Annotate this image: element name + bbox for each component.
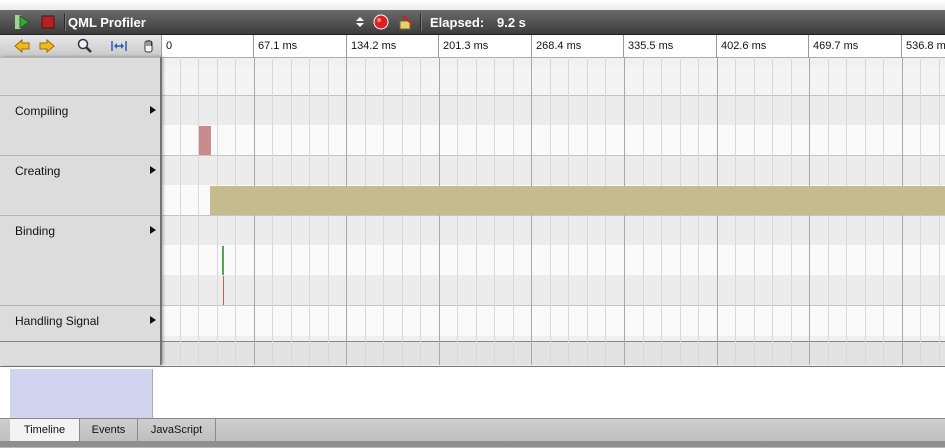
play-icon[interactable]	[14, 14, 30, 30]
category-handling-signal[interactable]: Handling Signal	[0, 305, 160, 341]
bottom-strip	[0, 441, 945, 447]
arrow-left-icon[interactable]	[14, 38, 30, 54]
timeline-view[interactable]	[161, 57, 945, 365]
profiler-title-bar: QML Profiler Elapsed: 9.2 s	[0, 10, 945, 35]
ruler-tick: 134.2 ms	[346, 35, 439, 57]
ruler-tick: 268.4 ms	[531, 35, 624, 57]
category-label: Handling Signal	[15, 314, 100, 328]
binding-event[interactable]	[223, 276, 224, 305]
category-label: Compiling	[15, 104, 69, 118]
overview-panel[interactable]	[0, 366, 945, 419]
grid-line	[198, 57, 199, 365]
category-footer	[0, 341, 160, 365]
category-creating[interactable]: Creating	[0, 155, 160, 215]
range-select-icon[interactable]	[111, 38, 127, 54]
profiler-title: QML Profiler	[68, 15, 146, 30]
overview-selection[interactable]	[10, 369, 153, 419]
stop-icon[interactable]	[40, 14, 56, 30]
toolbar-separator	[420, 13, 422, 31]
tab-javascript[interactable]: JavaScript	[138, 419, 216, 441]
ruler-tick: 67.1 ms	[253, 35, 346, 57]
expand-arrow-icon[interactable]	[150, 226, 156, 234]
zoom-icon[interactable]	[77, 38, 93, 54]
record-icon[interactable]	[373, 14, 389, 30]
category-binding[interactable]: Binding	[0, 215, 160, 305]
category-spacer	[0, 57, 160, 95]
expand-arrow-icon[interactable]	[150, 166, 156, 174]
clear-icon[interactable]	[398, 14, 414, 30]
grid-line	[180, 57, 181, 365]
ruler-tick: 0	[161, 35, 254, 57]
navigation-toolbar	[0, 35, 161, 58]
tab-timeline[interactable]: Timeline	[10, 419, 80, 441]
grid-line	[161, 57, 162, 365]
toolbar-separator	[64, 13, 66, 31]
category-compiling[interactable]: Compiling	[0, 95, 160, 155]
ruler-tick: 469.7 ms	[808, 35, 901, 57]
binding-event[interactable]	[222, 246, 224, 275]
expand-arrow-icon[interactable]	[150, 106, 156, 114]
category-label: Creating	[15, 164, 61, 178]
ruler-tick: 536.8 ms	[901, 35, 945, 57]
ruler-tick: 335.5 ms	[623, 35, 716, 57]
category-labels-panel: Compiling Creating Binding Handling Sign…	[0, 57, 161, 365]
ruler-tick: 201.3 ms	[438, 35, 531, 57]
tab-events[interactable]: Events	[80, 419, 138, 441]
elapsed-label: Elapsed:	[430, 15, 485, 30]
hand-icon[interactable]	[140, 38, 156, 54]
category-label: Binding	[15, 224, 56, 238]
elapsed-value: 9.2 s	[497, 15, 526, 30]
expand-arrow-icon[interactable]	[150, 316, 156, 324]
ruler-tick: 402.6 ms	[716, 35, 809, 57]
creating-event[interactable]	[210, 186, 945, 215]
compiling-event[interactable]	[199, 126, 211, 155]
time-ruler: 0 67.1 ms 134.2 ms 201.3 ms 268.4 ms 335…	[161, 35, 945, 58]
chevron-updown-icon[interactable]	[352, 14, 368, 30]
arrow-right-icon[interactable]	[39, 38, 55, 54]
